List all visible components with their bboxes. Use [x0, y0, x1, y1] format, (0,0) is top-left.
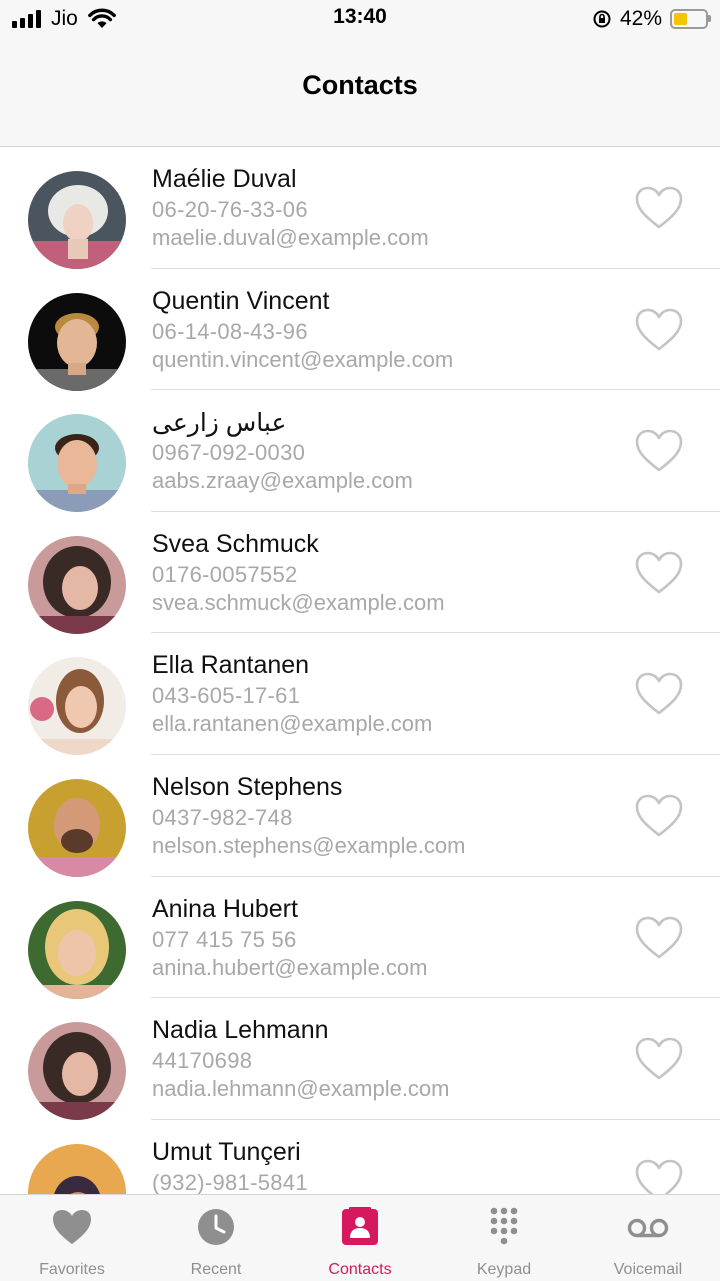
favorite-heart-icon[interactable]: [634, 1036, 684, 1082]
contact-email: nelson.stephens@example.com: [152, 832, 466, 858]
avatar: [28, 535, 126, 634]
contact-phone: 44170698: [152, 1048, 253, 1074]
battery-percent: 42%: [619, 7, 662, 30]
contacts-icon: [342, 1207, 378, 1245]
contact-phone: 06-20-76-33-06: [152, 197, 308, 222]
contact-email: svea.schmuck@example.com: [152, 589, 445, 615]
contact-email: maelie.duval@example.com: [152, 225, 429, 250]
navigation-bar: Contacts: [0, 38, 720, 147]
tab-label: Recent: [190, 1261, 242, 1278]
contact-phone: 06-14-08-43-96: [152, 318, 308, 344]
tab-voicemail[interactable]: Voicemail: [576, 1195, 720, 1281]
contact-name: Anina Hubert: [152, 894, 298, 923]
contact-phone: (932)-981-5841: [152, 1169, 308, 1194]
heart-icon: [53, 1210, 91, 1244]
contact-list[interactable]: Maélie Duval 06-20-76-33-06 maelie.duval…: [0, 147, 720, 1194]
avatar: [28, 414, 126, 513]
contact-email: ella.rantanen@example.com: [152, 711, 433, 737]
contact-row[interactable]: Ella Rantanen 043-605-17-61 ella.rantane…: [0, 633, 720, 756]
contact-row[interactable]: Maélie Duval 06-20-76-33-06 maelie.duval…: [0, 147, 720, 269]
tab-contacts[interactable]: Contacts: [288, 1195, 432, 1281]
favorite-heart-icon[interactable]: [634, 307, 684, 353]
contact-name: Nadia Lehmann: [152, 1016, 329, 1045]
contact-phone: 043-605-17-61: [152, 683, 301, 709]
page-title: Contacts: [302, 70, 418, 100]
contact-row[interactable]: Nelson Stephens 0437-982-748 nelson.step…: [0, 755, 720, 877]
rotation-lock-icon: [593, 10, 611, 28]
contact-row[interactable]: Quentin Vincent 06-14-08-43-96 quentin.v…: [0, 269, 720, 391]
keypad-icon: [490, 1207, 518, 1245]
contact-email: anina.hubert@example.com: [152, 954, 428, 980]
tab-keypad[interactable]: Keypad: [432, 1195, 576, 1281]
contact-row[interactable]: Svea Schmuck 0176-0057552 svea.schmuck@e…: [0, 512, 720, 634]
contact-row[interactable]: Anina Hubert 077 415 75 56 anina.hubert@…: [0, 877, 720, 999]
avatar: [28, 171, 126, 269]
contact-phone: 0967-092-0030: [152, 440, 306, 466]
tab-bar: Favorites Recent Contacts Keypad Voicema…: [0, 1194, 720, 1281]
contact-name: Quentin Vincent: [152, 286, 330, 315]
battery-level-fill: [674, 13, 687, 25]
tab-label: Contacts: [328, 1261, 392, 1278]
contact-phone: 0176-0057552: [152, 561, 298, 587]
avatar: [28, 1022, 126, 1121]
tab-favorites[interactable]: Favorites: [0, 1195, 144, 1281]
contact-phone: 077 415 75 56: [152, 926, 297, 952]
contact-email: aabs.zraay@example.com: [152, 468, 413, 494]
contact-name: Nelson Stephens: [152, 772, 343, 801]
contact-row[interactable]: Nadia Lehmann 44170698 nadia.lehmann@exa…: [0, 998, 720, 1121]
avatar: [28, 1143, 126, 1194]
avatar: [28, 900, 126, 999]
favorite-heart-icon[interactable]: [634, 915, 684, 961]
contact-name: Umut Tunçeri: [152, 1137, 301, 1166]
tab-label: Keypad: [476, 1261, 532, 1278]
status-right: 42%: [592, 6, 711, 32]
contact-name: Maélie Duval: [152, 165, 297, 193]
avatar: [28, 657, 126, 756]
contact-email: nadia.lehmann@example.com: [152, 1076, 450, 1102]
favorite-heart-icon[interactable]: [634, 1158, 684, 1194]
avatar: [28, 778, 126, 877]
battery-icon: [670, 9, 711, 29]
contact-row[interactable]: Umut Tunçeri (932)-981-5841: [0, 1120, 720, 1194]
tab-label: Voicemail: [613, 1261, 683, 1278]
contact-name: Svea Schmuck: [152, 529, 319, 558]
favorite-heart-icon[interactable]: [634, 185, 684, 231]
contact-row[interactable]: عباس زارعی 0967-092-0030 aabs.zraay@exam…: [0, 390, 720, 513]
voicemail-icon: [627, 1218, 669, 1238]
contact-name: Ella Rantanen: [152, 651, 310, 680]
contact-name: عباس زارعی: [152, 409, 287, 438]
favorite-heart-icon[interactable]: [634, 793, 684, 839]
clock-icon: [198, 1209, 234, 1245]
tab-label: Favorites: [39, 1261, 105, 1278]
status-bar: Jio 13:40 42%: [0, 0, 720, 38]
favorite-heart-icon[interactable]: [634, 428, 684, 474]
contact-email: quentin.vincent@example.com: [152, 346, 454, 372]
avatar: [28, 292, 126, 391]
favorite-heart-icon[interactable]: [634, 671, 684, 717]
contact-phone: 0437-982-748: [152, 804, 293, 830]
favorite-heart-icon[interactable]: [634, 550, 684, 596]
tab-recent[interactable]: Recent: [144, 1195, 288, 1281]
